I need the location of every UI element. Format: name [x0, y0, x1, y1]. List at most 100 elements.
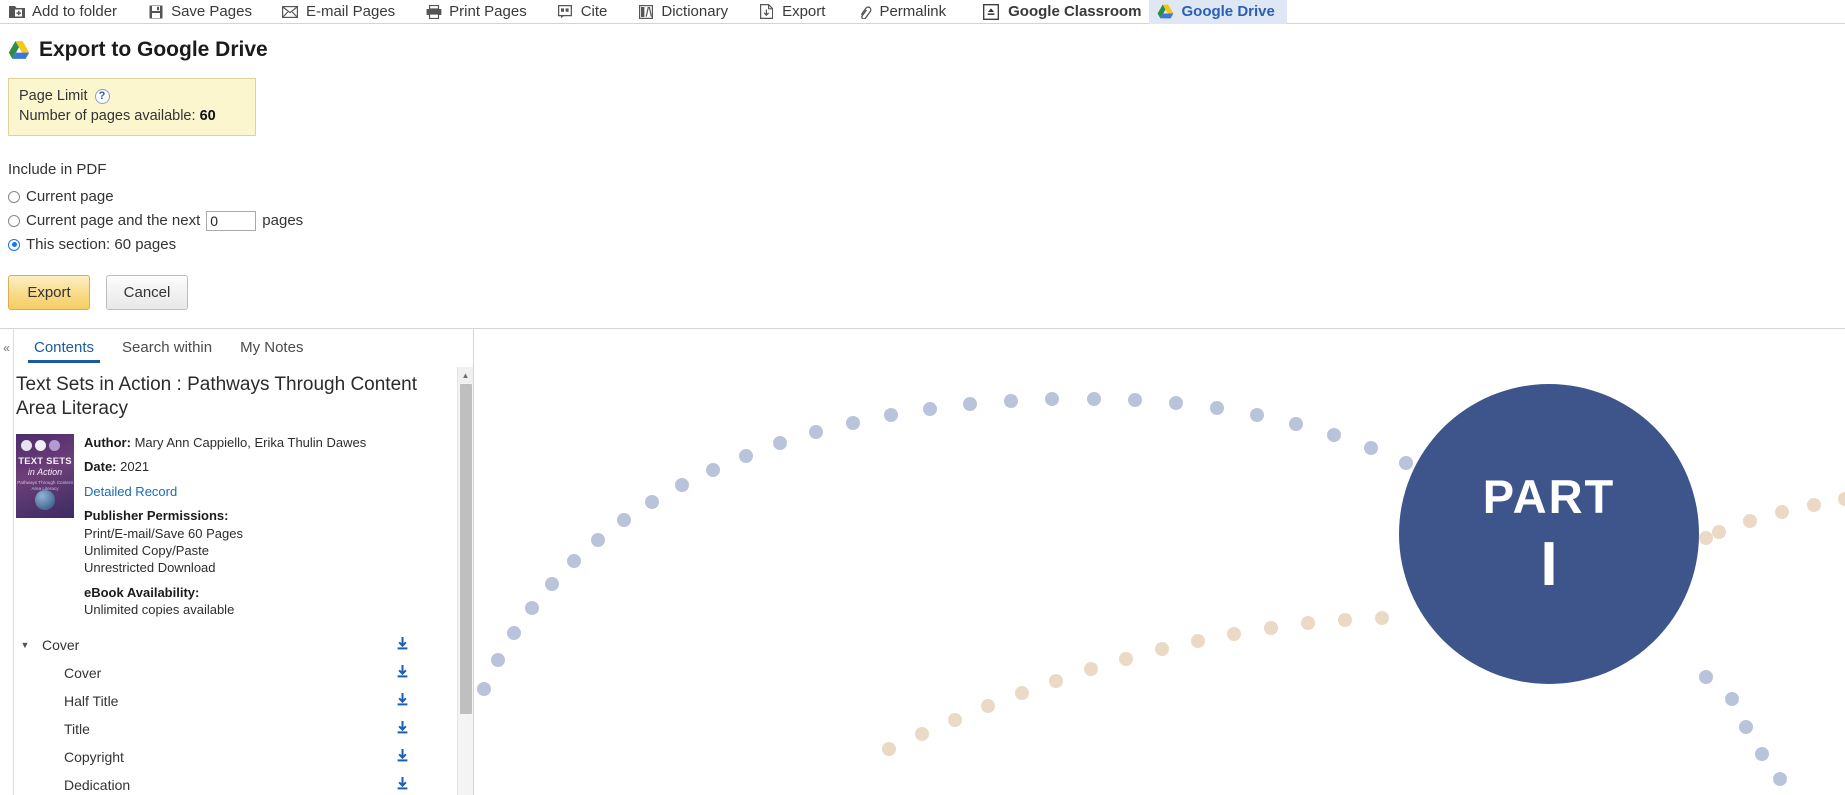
export-button[interactable]: Export: [8, 275, 90, 310]
toolbar-dictionary[interactable]: Dictionary: [637, 0, 741, 24]
book-author-row: Author: Mary Ann Cappiello, Erika Thulin…: [84, 434, 366, 452]
sidebar-scrollbar[interactable]: ▲: [457, 367, 473, 795]
radio-current-and-next[interactable]: [8, 214, 20, 227]
scrollbar-thumb[interactable]: [460, 384, 472, 714]
part-badge: PART I: [1399, 384, 1699, 684]
content-area: « Contents Search within My Notes Text S…: [0, 328, 1845, 795]
help-icon[interactable]: ?: [94, 88, 110, 104]
page-limit-label: Page Limit: [19, 88, 88, 104]
pages-available-label: Number of pages available:: [19, 108, 196, 124]
next-pages-input[interactable]: [206, 210, 257, 231]
pages-available-value: 60: [199, 108, 216, 124]
toc-label: Half Title: [64, 692, 119, 709]
radio-this-section[interactable]: [8, 238, 20, 251]
radio-current-and-next-label-after: pages: [262, 212, 304, 229]
cite-icon: [557, 3, 574, 20]
toc-label: Title: [64, 720, 90, 737]
toolbar-google-drive[interactable]: Google Drive: [1149, 0, 1287, 24]
download-icon[interactable]: [395, 720, 413, 738]
toolbar-permalink[interactable]: Permalink: [855, 0, 959, 24]
google-classroom-icon: [982, 3, 999, 20]
envelope-icon: [282, 3, 299, 20]
page-limit-row: Page Limit ?: [19, 88, 239, 104]
download-icon[interactable]: [395, 664, 413, 682]
blue-dot-arc-right: [1699, 670, 1787, 786]
printer-icon: [425, 3, 442, 20]
radio-option-current-and-next[interactable]: Current page and the next pages: [8, 210, 1845, 231]
scroll-up-icon[interactable]: ▲: [458, 367, 473, 383]
publisher-permissions-label: Publisher Permissions:: [84, 508, 229, 524]
toolbar-save-pages[interactable]: Save Pages: [147, 0, 265, 24]
toolbar-add-to-folder-label: Add to folder: [32, 3, 118, 20]
tan-dot-arc-lower: [882, 611, 1389, 756]
book-date-row: Date: 2021: [84, 458, 366, 476]
tab-contents[interactable]: Contents: [20, 329, 108, 367]
left-sidebar: « Contents Search within My Notes Text S…: [0, 329, 474, 795]
permission-item: Unrestricted Download: [84, 560, 216, 576]
toolbar-export-label: Export: [782, 3, 826, 20]
author-value: Mary Ann Cappiello, Erika Thulin Dawes: [134, 434, 367, 450]
download-icon[interactable]: [395, 692, 413, 710]
publisher-permissions-list: Print/E-mail/Save 60 Pages Unlimited Cop…: [84, 525, 366, 577]
toc-row-cover[interactable]: Cover: [14, 659, 473, 687]
author-label: Author:: [84, 434, 131, 450]
ebook-availability-block: eBook Availability: Unlimited copies ava…: [84, 584, 366, 619]
toolbar-email-pages[interactable]: E-mail Pages: [282, 0, 408, 24]
toc-row-half-title[interactable]: Half Title: [14, 687, 473, 715]
export-panel-title: Export to Google Drive: [8, 38, 1845, 62]
toolbar-print-pages-label: Print Pages: [449, 3, 527, 20]
ebook-availability-label: eBook Availability:: [84, 584, 200, 600]
export-icon: [758, 3, 775, 20]
toc-row-cover-group[interactable]: ▼ Cover: [14, 631, 473, 659]
export-panel-buttons: Export Cancel: [8, 275, 1845, 310]
download-icon[interactable]: [395, 636, 413, 654]
link-icon: [855, 3, 872, 20]
toolbar-google-drive-label: Google Drive: [1181, 3, 1275, 20]
toolbar-export[interactable]: Export: [758, 0, 838, 24]
page-limit-box: Page Limit ? Number of pages available: …: [8, 78, 256, 136]
radio-current-and-next-label-before: Current page and the next: [26, 212, 201, 229]
save-icon: [147, 3, 164, 20]
part-word: PART: [1482, 469, 1616, 523]
table-of-contents: ▼ Cover Cover Half Title Title Copyright…: [14, 631, 473, 795]
toc-row-copyright[interactable]: Copyright: [14, 743, 473, 771]
toolbar-email-pages-label: E-mail Pages: [305, 3, 396, 20]
toolbar-google-classroom[interactable]: Google Classroom: [976, 0, 1149, 23]
toc-label: Cover: [42, 636, 80, 653]
date-label: Date:: [84, 459, 117, 475]
book-cover-thumbnail[interactable]: TEXT SETS in Action Pathways Through Con…: [16, 433, 74, 518]
toolbar-cite[interactable]: Cite: [557, 0, 621, 24]
toc-row-title[interactable]: Title: [14, 715, 473, 743]
download-icon[interactable]: [395, 776, 413, 794]
book-page-viewer[interactable]: PART I DEFINING AND: [474, 329, 1845, 795]
toc-row-dedication[interactable]: Dedication: [14, 771, 473, 795]
radio-option-current-page[interactable]: Current page: [8, 186, 1845, 207]
cover-title-line1: TEXT SETS: [18, 455, 72, 467]
book-metadata: TEXT SETS in Action Pathways Through Con…: [14, 421, 473, 619]
google-drive-icon: [1157, 3, 1174, 20]
toolbar-google-classroom-label: Google Classroom: [1008, 3, 1142, 20]
chevron-down-icon[interactable]: ▼: [14, 640, 36, 650]
sidebar-tabs: Contents Search within My Notes: [14, 329, 473, 367]
toolbar-add-to-folder[interactable]: Add to folder: [8, 0, 130, 24]
blue-dot-arc: [477, 392, 1413, 696]
permission-item: Print/E-mail/Save 60 Pages: [84, 525, 243, 541]
cover-orb-graphic: [35, 489, 55, 510]
export-panel-title-text: Export to Google Drive: [39, 38, 268, 61]
google-drive-icon: [8, 40, 30, 60]
collapse-sidebar-button[interactable]: «: [0, 329, 14, 795]
tab-my-notes[interactable]: My Notes: [226, 329, 317, 367]
ebook-availability-value: Unlimited copies available: [84, 602, 235, 618]
download-icon[interactable]: [395, 748, 413, 766]
radio-current-page[interactable]: [8, 190, 20, 203]
toc-label: Copyright: [64, 748, 124, 765]
toolbar-dictionary-label: Dictionary: [661, 3, 729, 20]
top-toolbar: Add to folder Save Pages E-mail Pages Pr…: [0, 0, 1845, 24]
tab-search-within[interactable]: Search within: [108, 329, 226, 367]
radio-option-this-section[interactable]: This section: 60 pages: [8, 234, 1845, 255]
part-number: I: [1540, 529, 1558, 599]
radio-this-section-label: This section: 60 pages: [26, 236, 177, 253]
toolbar-print-pages[interactable]: Print Pages: [425, 0, 540, 24]
cancel-button[interactable]: Cancel: [106, 275, 188, 310]
detailed-record-link[interactable]: Detailed Record: [84, 483, 366, 501]
